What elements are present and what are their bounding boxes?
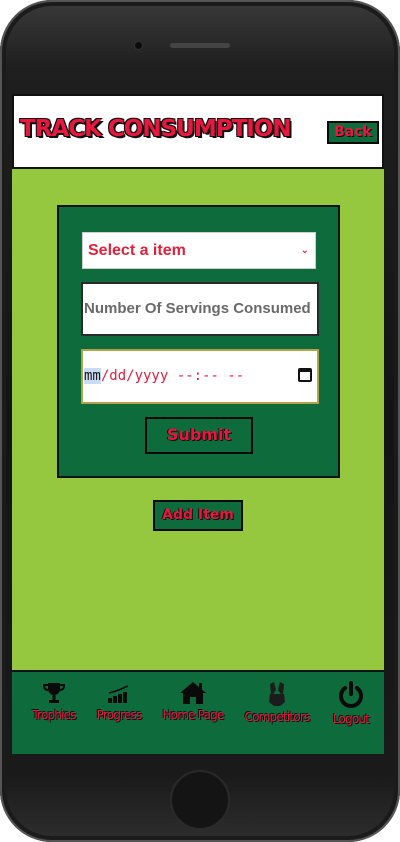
page-title: TRACK CONSUMPTION [20, 116, 292, 142]
home-button[interactable] [170, 770, 230, 830]
app-header: TRACK CONSUMPTION Back [12, 94, 384, 169]
nav-item-progress[interactable]: Progress [90, 680, 148, 722]
speaker-grille [170, 43, 230, 48]
item-select[interactable]: Select a item ⌄ [82, 232, 316, 269]
date-rest-segment: /dd/yyyy --:-- -- [100, 368, 245, 384]
bottom-nav: Trophies Progress Home Page Competitors … [12, 670, 384, 754]
consumption-form: Select a item ⌄ Number Of Servings Consu… [57, 205, 340, 478]
nav-label-home: Home Page [162, 708, 224, 722]
add-item-button[interactable]: Add Item [153, 500, 243, 531]
nav-label-progress: Progress [96, 708, 143, 722]
datetime-input[interactable]: mm/dd/yyyy --:-- -- [81, 349, 319, 404]
nav-item-logout[interactable]: Logout [324, 680, 378, 726]
nav-item-competitors[interactable]: Competitors [239, 680, 315, 724]
nav-label-logout: Logout [332, 712, 370, 726]
power-icon [339, 681, 363, 708]
phone-frame: TRACK CONSUMPTION Back Select a item ⌄ N… [0, 0, 400, 842]
submit-button[interactable]: Submit [145, 417, 253, 454]
nav-label-trophies: Trophies [32, 708, 76, 722]
item-select-value: Select a item [88, 242, 186, 259]
camera-dot [135, 42, 142, 49]
home-icon [180, 682, 206, 704]
servings-input[interactable]: Number Of Servings Consumed [81, 282, 319, 336]
nav-item-home[interactable]: Home Page [157, 680, 229, 722]
nav-item-trophies[interactable]: Trophies [24, 680, 84, 722]
back-button[interactable]: Back [327, 121, 379, 144]
chevron-down-icon: ⌄ [300, 245, 309, 256]
nav-label-competitors: Competitors [244, 710, 311, 724]
date-month-segment[interactable]: mm [84, 368, 101, 384]
calendar-icon[interactable] [298, 368, 312, 382]
high-five-icon [269, 682, 285, 706]
app-screen: TRACK CONSUMPTION Back Select a item ⌄ N… [12, 94, 384, 754]
trophy-icon [42, 683, 66, 703]
bar-chart-icon [108, 685, 129, 703]
